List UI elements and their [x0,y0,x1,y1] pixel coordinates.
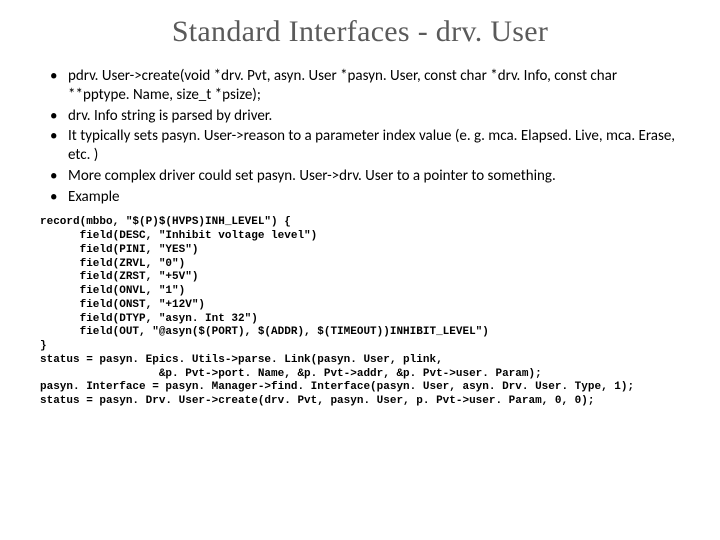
code-block: record(mbbo, "$(P)$(HVPS)INH_LEVEL") { f… [40,216,680,409]
slide: Standard Interfaces - drv. User pdrv. Us… [0,0,720,540]
bullet-item: pdrv. User->create(void *drv. Pvt, asyn.… [68,67,680,105]
bullet-item: Example [68,188,680,207]
bullet-item: drv. Info string is parsed by driver. [68,107,680,126]
bullet-item: It typically sets pasyn. User->reason to… [68,127,680,165]
bullet-item: More complex driver could set pasyn. Use… [68,167,680,186]
bullet-list: pdrv. User->create(void *drv. Pvt, asyn.… [40,67,680,206]
slide-title: Standard Interfaces - drv. User [40,15,680,49]
